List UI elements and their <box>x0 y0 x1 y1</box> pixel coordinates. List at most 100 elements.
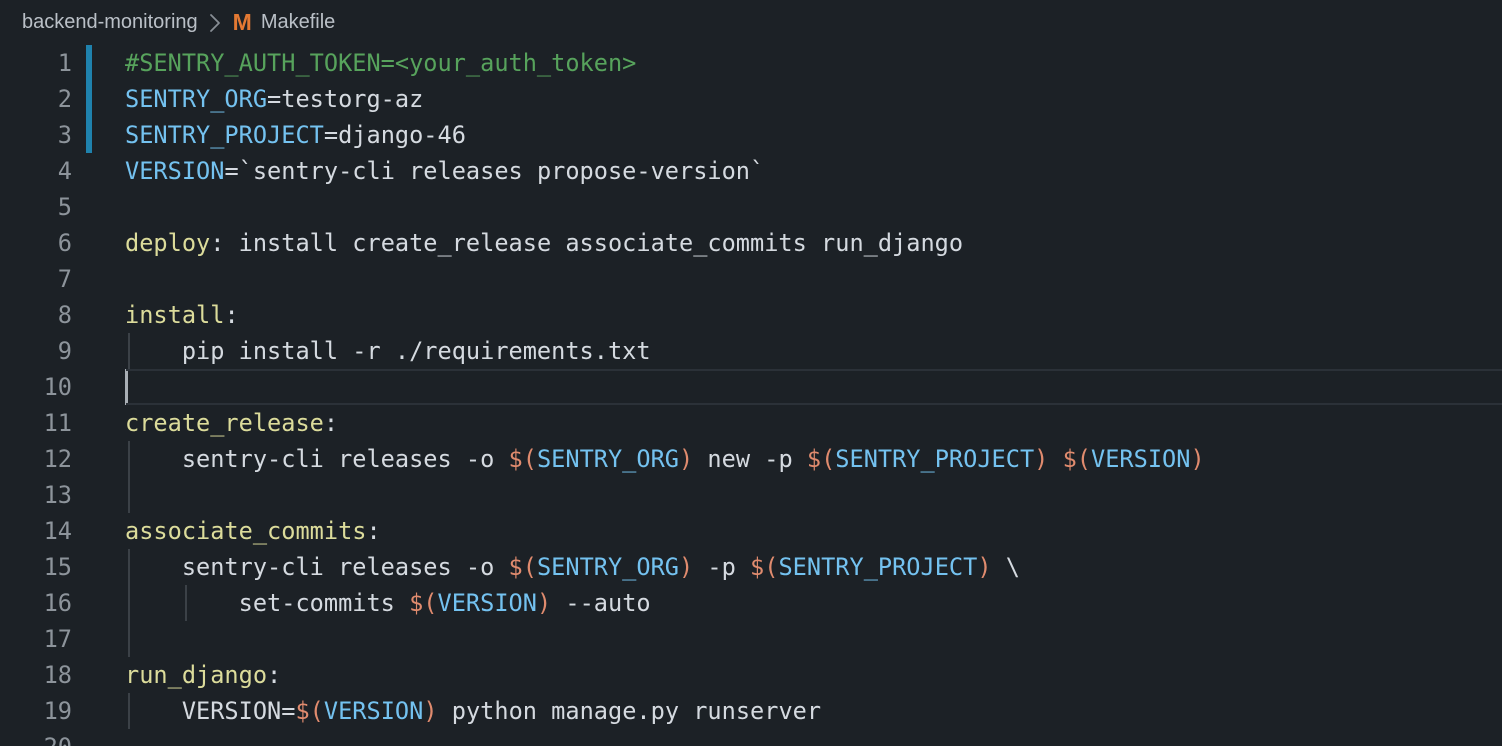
line-content[interactable]: create_release: <box>125 405 338 441</box>
code-token: $( <box>409 589 437 617</box>
code-line[interactable]: 1 #SENTRY_AUTH_TOKEN=<your_auth_token> <box>0 45 1502 81</box>
line-content[interactable]: sentry-cli releases -o $(SENTRY_ORG) new… <box>125 441 1205 477</box>
breadcrumb-file[interactable]: M Makefile <box>233 11 336 34</box>
line-content[interactable]: deploy: install create_release associate… <box>125 225 963 261</box>
line-number[interactable]: 1 <box>0 45 72 81</box>
code-token: VERSION <box>125 157 224 185</box>
code-token: $( <box>509 445 537 473</box>
line-number[interactable]: 10 <box>0 369 72 405</box>
code-token: : <box>224 301 238 329</box>
text-cursor <box>125 369 128 405</box>
breadcrumb-file-label: Makefile <box>261 11 335 34</box>
indent-guide <box>128 621 130 657</box>
line-content[interactable]: set-commits $(VERSION) --auto <box>125 585 651 621</box>
modified-lines-indicator <box>86 45 92 153</box>
line-content[interactable]: SENTRY_PROJECT=django-46 <box>125 117 466 153</box>
line-content[interactable]: VERSION=$(VERSION) python manage.py runs… <box>125 693 821 729</box>
code-line[interactable]: 4 VERSION=`sentry-cli releases propose-ve… <box>0 153 1502 189</box>
editor-root: backend-monitoring M Makefile 1 #SENTRY_A… <box>0 0 1502 746</box>
code-token: SENTRY_PROJECT <box>125 121 324 149</box>
line-content[interactable]: install: <box>125 297 239 333</box>
breadcrumb: backend-monitoring M Makefile <box>0 0 1502 45</box>
code-token: : <box>267 661 281 689</box>
breadcrumb-folder[interactable]: backend-monitoring <box>22 11 198 34</box>
code-line[interactable]: 12 sentry-cli releases -o $(SENTRY_ORG) … <box>0 441 1502 477</box>
code-token: install <box>125 301 224 329</box>
code-line[interactable]: 20 <box>0 729 1502 746</box>
code-token: -p <box>693 553 750 581</box>
code-token: pip install -r ./requirements.txt <box>125 337 651 365</box>
code-area[interactable]: 1 #SENTRY_AUTH_TOKEN=<your_auth_token> 2 SE… <box>0 45 1502 746</box>
code-token: VERSION <box>324 697 423 725</box>
code-line[interactable]: 17 <box>0 621 1502 657</box>
code-line[interactable]: 5 <box>0 189 1502 225</box>
code-token: : install create_release associate_commi… <box>210 229 963 257</box>
code-token: VERSION= <box>125 697 295 725</box>
line-number[interactable]: 9 <box>0 333 72 369</box>
line-content[interactable]: associate_commits: <box>125 513 381 549</box>
code-token: =django-46 <box>324 121 466 149</box>
code-line[interactable]: 16 set-commits $(VERSION) --auto <box>0 585 1502 621</box>
code-line[interactable]: 7 <box>0 261 1502 297</box>
code-token: $( <box>509 553 537 581</box>
code-line[interactable]: 2 SENTRY_ORG=testorg-az <box>0 81 1502 117</box>
code-token: $( <box>750 553 778 581</box>
line-content[interactable]: VERSION=`sentry-cli releases propose-ver… <box>125 153 764 189</box>
code-token: =`sentry-cli releases propose-version` <box>224 157 764 185</box>
line-content[interactable]: #SENTRY_AUTH_TOKEN=<your_auth_token> <box>125 45 636 81</box>
code-token: SENTRY_PROJECT <box>778 553 977 581</box>
line-number[interactable]: 17 <box>0 621 72 657</box>
line-number[interactable]: 14 <box>0 513 72 549</box>
line-number[interactable]: 13 <box>0 477 72 513</box>
code-token: ) <box>537 589 551 617</box>
line-number[interactable]: 6 <box>0 225 72 261</box>
code-token: : <box>324 409 338 437</box>
code-line[interactable]: 8 install: <box>0 297 1502 333</box>
code-token: run_django <box>125 661 267 689</box>
line-number[interactable]: 3 <box>0 117 72 153</box>
code-token: sentry-cli releases -o <box>125 553 509 581</box>
code-token <box>1048 445 1062 473</box>
code-token: --auto <box>551 589 650 617</box>
code-line[interactable]: 15 sentry-cli releases -o $(SENTRY_ORG) … <box>0 549 1502 585</box>
line-content[interactable]: SENTRY_ORG=testorg-az <box>125 81 423 117</box>
line-number[interactable]: 11 <box>0 405 72 441</box>
code-line[interactable]: 13 <box>0 477 1502 513</box>
code-token: =testorg-az <box>267 85 423 113</box>
line-number[interactable]: 12 <box>0 441 72 477</box>
code-token: SENTRY_ORG <box>537 445 679 473</box>
line-number[interactable]: 18 <box>0 657 72 693</box>
code-token: $( <box>1063 445 1091 473</box>
line-number[interactable]: 7 <box>0 261 72 297</box>
code-token: ) <box>679 553 693 581</box>
code-line[interactable]: 10 <box>0 369 1502 405</box>
code-token: SENTRY_ORG <box>537 553 679 581</box>
code-line[interactable]: 14 associate_commits: <box>0 513 1502 549</box>
line-number[interactable]: 20 <box>0 729 72 746</box>
line-content[interactable]: sentry-cli releases -o $(SENTRY_ORG) -p … <box>125 549 1020 585</box>
line-number[interactable]: 5 <box>0 189 72 225</box>
code-token: VERSION <box>1091 445 1190 473</box>
code-token: SENTRY_ORG <box>125 85 267 113</box>
line-content[interactable]: pip install -r ./requirements.txt <box>125 333 651 369</box>
line-number[interactable]: 8 <box>0 297 72 333</box>
code-token: VERSION <box>438 589 537 617</box>
code-token: set-commits <box>125 589 409 617</box>
line-number[interactable]: 19 <box>0 693 72 729</box>
line-number[interactable]: 16 <box>0 585 72 621</box>
code-token: ) <box>423 697 437 725</box>
code-line[interactable]: 9 pip install -r ./requirements.txt <box>0 333 1502 369</box>
indent-guide <box>128 477 130 513</box>
line-content[interactable]: run_django: <box>125 657 281 693</box>
code-line[interactable]: 18 run_django: <box>0 657 1502 693</box>
line-number[interactable]: 4 <box>0 153 72 189</box>
line-number[interactable]: 2 <box>0 81 72 117</box>
code-token: ) <box>679 445 693 473</box>
code-line[interactable]: 6 deploy: install create_release associat… <box>0 225 1502 261</box>
code-token: $( <box>807 445 835 473</box>
line-number[interactable]: 15 <box>0 549 72 585</box>
code-token: new -p <box>693 445 807 473</box>
code-line[interactable]: 11 create_release: <box>0 405 1502 441</box>
code-line[interactable]: 19 VERSION=$(VERSION) python manage.py r… <box>0 693 1502 729</box>
code-line[interactable]: 3 SENTRY_PROJECT=django-46 <box>0 117 1502 153</box>
